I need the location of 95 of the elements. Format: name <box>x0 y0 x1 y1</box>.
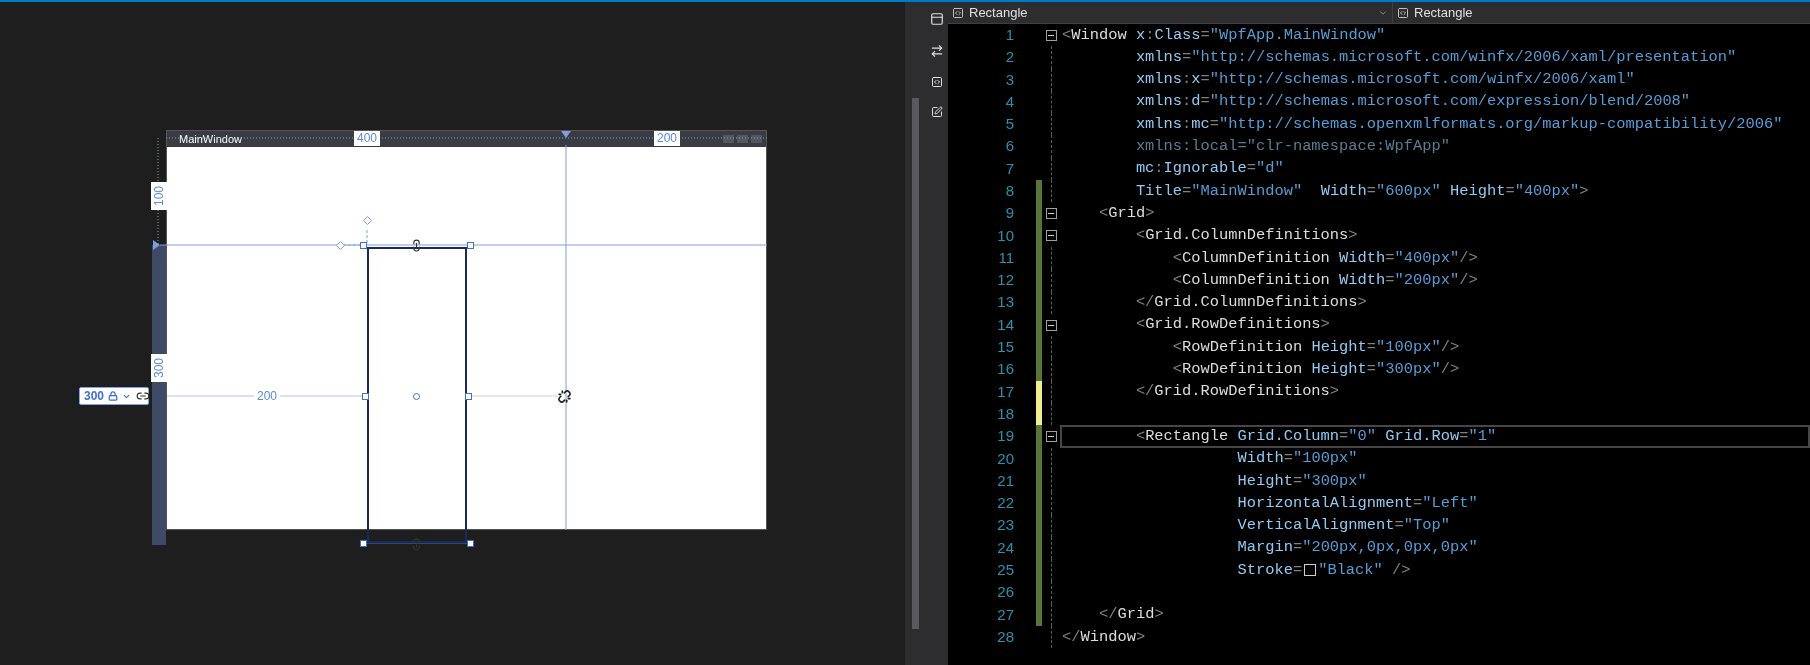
line-number: 19 <box>996 426 1015 447</box>
rotation-handle-icon[interactable] <box>363 216 372 225</box>
code-text: Title="MainWindow" Width="600px" Height="400px"> <box>1134 180 1589 202</box>
resize-handle[interactable] <box>362 393 369 400</box>
resize-handle[interactable] <box>360 242 367 249</box>
line-number: 14 <box>996 314 1015 335</box>
line-number: 25 <box>996 560 1015 581</box>
line-number: 12 <box>996 270 1015 291</box>
element-icon <box>952 6 964 19</box>
row-marker-icon[interactable] <box>153 240 160 250</box>
line-number: 23 <box>996 515 1015 536</box>
line-number: 2 <box>1004 47 1015 68</box>
line-number: 24 <box>996 537 1015 558</box>
height-value: 300 <box>84 390 105 402</box>
edit-icon[interactable] <box>930 106 943 118</box>
line-number: 16 <box>996 359 1015 380</box>
code-text: "Black" /> <box>1318 559 1411 581</box>
line-number: 27 <box>996 604 1015 625</box>
line-number: 11 <box>997 247 1015 268</box>
navigation-dropdown[interactable]: Rectangle <box>948 2 1393 23</box>
code-text: Width="100px" <box>1236 448 1358 470</box>
code-text: Margin="200px,0px,0px,0px" <box>1236 537 1478 559</box>
line-number: 21 <box>996 470 1015 491</box>
navigation-dropdown[interactable]: Rectangle <box>1393 2 1810 23</box>
collapse-icon[interactable] <box>1045 29 1057 41</box>
code-text: <ColumnDefinition Width="400px"/> <box>1171 247 1478 269</box>
row-height-label: 300 <box>153 358 165 378</box>
code-text: HorizontalAlignment="Left" <box>1236 492 1478 514</box>
column-width-label: 200 <box>654 131 681 146</box>
line-number: 15 <box>996 337 1015 358</box>
panel-icon[interactable] <box>929 12 944 26</box>
collapse-icon[interactable] <box>1045 208 1057 219</box>
resize-handle[interactable] <box>465 393 472 400</box>
line-number: 22 <box>996 493 1015 514</box>
line-number: 6 <box>1004 136 1015 157</box>
code-icon[interactable] <box>930 76 943 88</box>
line-number: 8 <box>1004 181 1015 201</box>
rectangle-shape[interactable] <box>367 247 467 543</box>
code-text: xmlns:local="clr-namespace:WpfApp" <box>1134 136 1450 158</box>
code-text: <Rectangle Grid.Column="0" Grid.Row="1" <box>1134 425 1497 447</box>
code-text: xmlns:mc="http://schemas.openxmlformats.org/markup-compatibility/2006" <box>1134 113 1783 135</box>
height-dropdown[interactable]: 300 <box>79 387 149 405</box>
line-number: 4 <box>1004 91 1015 112</box>
line-number: 18 <box>996 403 1015 424</box>
resize-handle[interactable] <box>467 242 474 249</box>
code-text: <Grid> <box>1097 202 1155 224</box>
code-text: xmlns:d="http://schemas.microsoft.com/expression/blend/2008" <box>1134 91 1691 113</box>
line-number: 5 <box>1004 114 1015 135</box>
margin-label: 200 <box>254 389 281 403</box>
column-marker-icon[interactable] <box>561 131 571 138</box>
code-text: <RowDefinition Height="300px"/> <box>1171 359 1460 381</box>
row-height-label: 100 <box>153 186 165 206</box>
line-number: 10 <box>996 225 1015 246</box>
color-swatch-icon[interactable] <box>1304 564 1317 577</box>
collapse-icon[interactable] <box>1045 431 1057 442</box>
resize-handle[interactable] <box>413 393 420 400</box>
line-number: 13 <box>996 292 1015 313</box>
code-text: </Grid> <box>1097 604 1164 626</box>
code-text: <Grid.ColumnDefinitions> <box>1134 225 1358 247</box>
code-text: mc:Ignorable="d" <box>1134 158 1284 180</box>
column-width-label: 400 <box>354 131 381 146</box>
code-text: VerticalAlignment="Top" <box>1236 515 1450 537</box>
corner-radius-handle-icon[interactable] <box>336 241 345 250</box>
code-text: </Grid.RowDefinitions> <box>1134 381 1340 403</box>
swap-icon[interactable] <box>929 44 944 58</box>
line-number: 9 <box>1004 203 1015 224</box>
line-number: 20 <box>996 448 1015 469</box>
element-icon <box>1397 6 1409 19</box>
broken-link-icon[interactable] <box>558 390 571 403</box>
code-text: <ColumnDefinition Width="200px"/> <box>1171 269 1478 291</box>
code-text: </Grid.ColumnDefinitions> <box>1134 292 1367 314</box>
code-text: xmlns="http://schemas.microsoft.com/winfx/2006/xaml/presentation" <box>1134 46 1737 68</box>
collapse-icon[interactable] <box>1045 319 1057 331</box>
line-number: 17 <box>996 381 1015 402</box>
code-text: <RowDefinition Height="100px"/> <box>1171 336 1460 358</box>
line-number: 7 <box>1004 158 1015 179</box>
lock-icon[interactable] <box>108 391 119 401</box>
line-number: 3 <box>1004 69 1015 90</box>
link-icon[interactable] <box>410 239 423 252</box>
resize-handle[interactable] <box>467 540 474 547</box>
line-number: 28 <box>996 626 1015 647</box>
scrollbar-thumb[interactable] <box>911 98 919 629</box>
line-number: 26 <box>996 582 1015 603</box>
code-text: Height="300px" <box>1236 470 1367 492</box>
code-text: Stroke= <box>1236 559 1303 581</box>
resize-handle[interactable] <box>360 540 367 547</box>
code-text: <Window x:Class="WpfApp.MainWindow" <box>1062 24 1386 46</box>
window-title: MainWindow <box>179 132 242 146</box>
line-number: 1 <box>1004 24 1015 45</box>
code-text: xmlns:x="http://schemas.microsoft.com/winfx/2006/xaml" <box>1134 69 1635 91</box>
window-buttons-icon <box>723 134 763 144</box>
code-text: </Window> <box>1062 626 1146 648</box>
code-text: <Grid.RowDefinitions> <box>1134 314 1330 336</box>
collapse-icon[interactable] <box>1045 230 1057 242</box>
link-icon[interactable] <box>136 389 150 403</box>
